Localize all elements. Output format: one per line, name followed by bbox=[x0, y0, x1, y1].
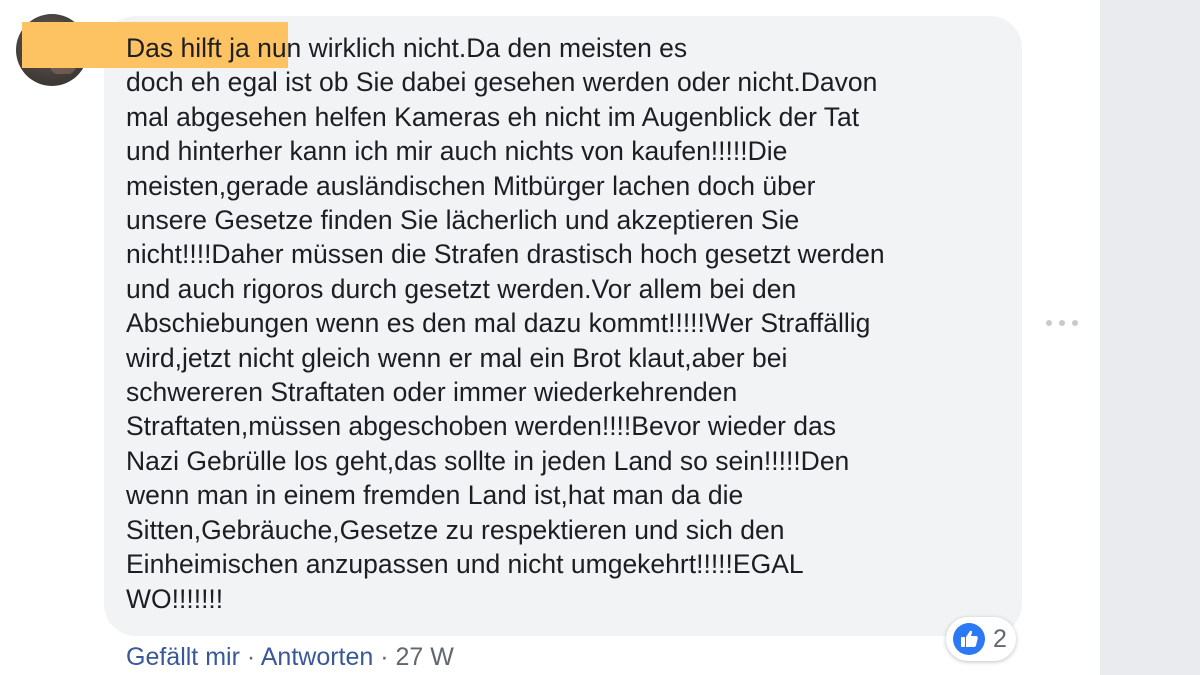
timestamp[interactable]: 27 W bbox=[396, 643, 454, 671]
comment-text: Das hilft ja nun wirklich nicht.Da den m… bbox=[126, 33, 885, 614]
reaction-summary[interactable]: 2 bbox=[946, 617, 1016, 661]
more-options-icon[interactable] bbox=[1046, 313, 1078, 333]
action-separator: · bbox=[373, 643, 396, 671]
more-options-dot bbox=[1059, 320, 1065, 326]
reaction-count: 2 bbox=[993, 624, 1007, 653]
more-options-dot bbox=[1046, 320, 1052, 326]
more-options-dot bbox=[1072, 320, 1078, 326]
comment-actions: Gefällt mir · Antworten · 27 W bbox=[126, 642, 454, 672]
reply-link[interactable]: Antworten bbox=[261, 643, 374, 671]
like-icon bbox=[953, 623, 985, 655]
action-separator: · bbox=[239, 643, 261, 671]
right-side-panel bbox=[1100, 0, 1200, 675]
like-link[interactable]: Gefällt mir bbox=[126, 643, 240, 671]
